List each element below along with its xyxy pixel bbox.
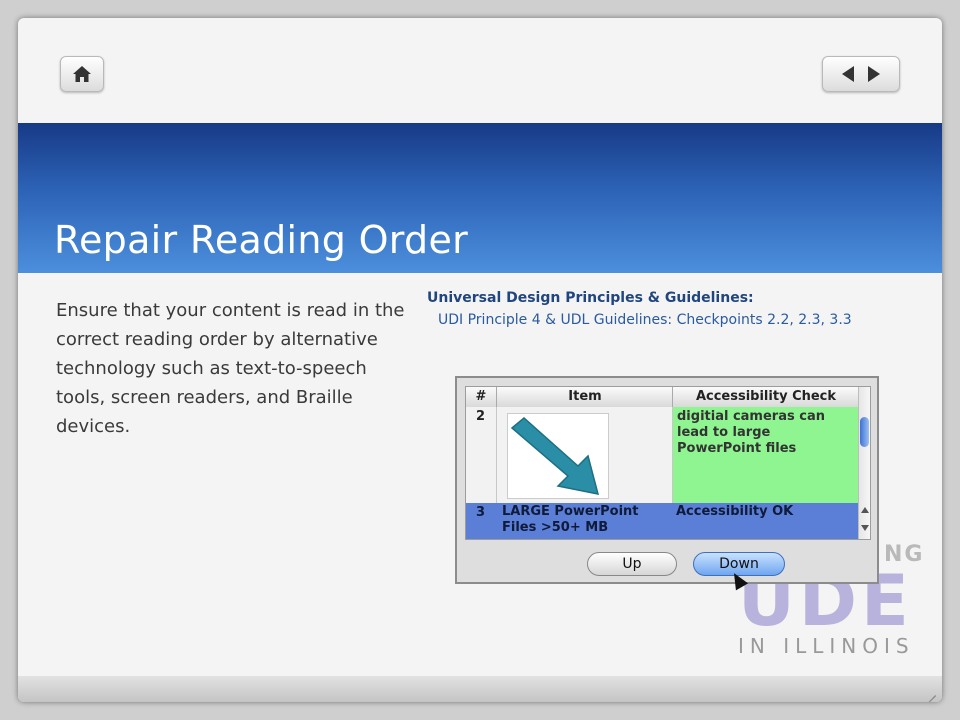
triangle-left-icon[interactable] <box>842 66 854 82</box>
row-item-text: LARGE PowerPoint Files >50+ MB <box>502 504 639 535</box>
home-icon <box>73 66 91 82</box>
row-check-cell: digitial cameras can lead to large Power… <box>672 407 858 503</box>
scrollbar-thumb[interactable] <box>860 417 869 447</box>
arrow-thumbnail <box>507 413 609 499</box>
scroll-up-icon[interactable] <box>861 507 869 513</box>
slide: Repair Reading Order Ensure that your co… <box>18 18 942 702</box>
triangle-right-icon[interactable] <box>868 66 880 82</box>
row-check-text: Accessibility OK <box>676 504 794 519</box>
table-header: # Item Accessibility Check <box>466 387 858 408</box>
column-header-item[interactable]: Item <box>496 387 673 407</box>
logo-bottom-text: IN ILLINOIS <box>738 634 915 658</box>
bottom-bar <box>18 676 942 702</box>
up-button[interactable]: Up <box>587 552 677 576</box>
row-item-cell <box>496 407 673 503</box>
reading-order-table: # Item Accessibility Check 2 digitial ca… <box>465 386 871 540</box>
diagonal-arrow-icon <box>510 417 600 495</box>
reading-order-dialog: # Item Accessibility Check 2 digitial ca… <box>455 376 879 591</box>
slide-body-text: Ensure that your content is read in the … <box>56 300 405 437</box>
udl-heading: Universal Design Principles & Guidelines… <box>427 290 754 306</box>
resize-grip-icon[interactable] <box>924 684 936 702</box>
prev-next-buttons <box>822 56 900 92</box>
table-row[interactable]: 2 digitial cameras can lead to large Pow… <box>466 407 858 503</box>
row-number: 3 <box>476 505 486 520</box>
column-header-num[interactable]: # <box>466 387 496 407</box>
column-header-check[interactable]: Accessibility Check <box>672 387 859 407</box>
row-number: 2 <box>476 409 486 424</box>
udl-guidelines-line: UDI Principle 4 & UDL Guidelines: Checkp… <box>438 312 852 328</box>
table-scrollbar[interactable] <box>858 387 870 539</box>
table-row-selected[interactable]: 3 LARGE PowerPoint Files >50+ MB Accessi… <box>466 503 858 539</box>
home-button[interactable] <box>60 56 104 92</box>
slide-title: Repair Reading Order <box>54 218 469 262</box>
scroll-down-icon[interactable] <box>861 525 869 531</box>
